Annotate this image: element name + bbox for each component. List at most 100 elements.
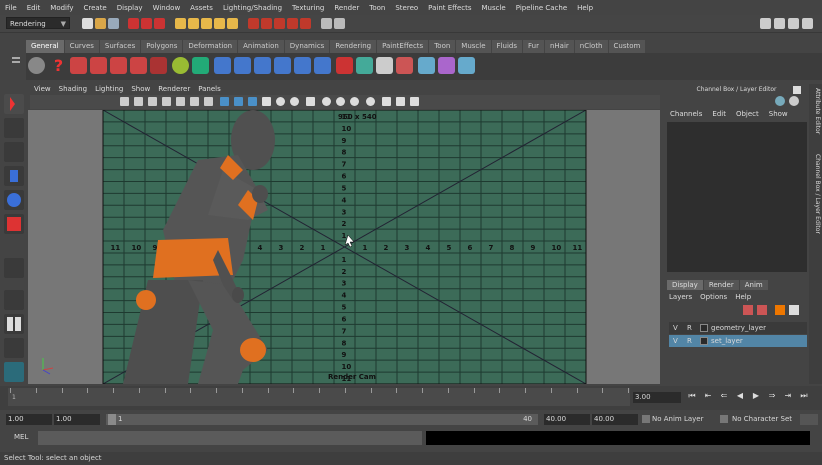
layer-reference-toggle[interactable]: R [687,322,692,334]
menu-paint-effects[interactable]: Paint Effects [423,4,476,12]
resolution-gate-icon[interactable] [204,97,213,106]
help-question-icon[interactable]: ? [50,57,67,74]
object-icon-4[interactable] [458,57,475,74]
render-icon-3[interactable] [110,57,127,74]
menu-stereo[interactable]: Stereo [390,4,423,12]
render-icon-2[interactable] [90,57,107,74]
sphere-icon[interactable] [336,57,353,74]
transform-icon-3[interactable] [254,57,271,74]
select-component-icon[interactable] [154,18,165,29]
transform-icon-4[interactable] [274,57,291,74]
lights-icon[interactable] [276,97,285,106]
layer-visibility-toggle[interactable]: V [673,335,678,347]
outliner-layout-icon[interactable] [4,362,24,382]
ao-icon[interactable] [336,97,345,106]
snap-grid-icon[interactable] [248,18,259,29]
shelf-tab-rendering[interactable]: Rendering [330,40,377,53]
range-slider-handle[interactable] [108,414,116,425]
menu-texturing[interactable]: Texturing [287,4,329,12]
paint-select-tool-icon[interactable] [4,142,24,162]
select-tool-icon[interactable] [4,94,24,114]
transform-icon-5[interactable] [294,57,311,74]
shelf-tab-fluids[interactable]: Fluids [491,40,522,53]
menu-edit[interactable]: Edit [22,4,46,12]
shelf-tab-dynamics[interactable]: Dynamics [284,40,330,53]
shelf-tab-general[interactable]: General [26,40,64,53]
menu-modify[interactable]: Modify [45,4,78,12]
select-deformations-icon[interactable] [227,18,238,29]
transform-icon-2[interactable] [234,57,251,74]
select-object-icon[interactable] [141,18,152,29]
object-icon-2[interactable] [418,57,435,74]
scale-tool-icon[interactable] [4,214,24,234]
shelf-tab-painteffects[interactable]: PaintEffects [377,40,429,53]
menu-muscle[interactable]: Muscle [477,4,511,12]
panel-menu-show[interactable]: Show [127,84,154,95]
go-to-start-icon[interactable]: ⏮ [686,390,698,402]
tab-channel-box[interactable]: Channel Box / Layer Editor [810,154,821,234]
grid-icon[interactable] [176,97,185,106]
snap-curve-icon[interactable] [261,18,272,29]
range-slider-bar[interactable]: 1 40 [106,414,538,425]
layer-menu-layers[interactable]: Layers [669,293,700,301]
shelf-tab-deformation[interactable]: Deformation [183,40,238,53]
shelf-tab-nhair[interactable]: nHair [544,40,574,53]
mel-input[interactable] [38,431,422,445]
current-frame-field[interactable]: 3.00 [633,392,681,403]
tab-attribute-editor[interactable]: Attribute Editor [810,88,821,134]
layer-tab-render[interactable]: Render [703,280,739,290]
layer-row[interactable]: V Rset_layer [669,335,807,347]
cb-help-icon[interactable] [789,96,799,106]
menu-lighting-shading[interactable]: Lighting/Shading [218,4,287,12]
go-to-end-icon[interactable]: ⏭ [798,390,810,402]
step-forward-icon[interactable]: ⇥ [782,390,794,402]
step-back-key-icon[interactable]: ⇐ [718,390,730,402]
film-reel-icon[interactable] [28,57,45,74]
shelf-tab-custom[interactable]: Custom [608,40,646,53]
layer-tab-display[interactable]: Display [667,280,703,290]
last-tool-icon[interactable] [4,258,24,278]
panel-menu-view[interactable]: View [30,84,55,95]
layer-menu-help[interactable]: Help [735,293,759,301]
panel-menu-lighting[interactable]: Lighting [91,84,127,95]
step-forward-key-icon[interactable]: ⇒ [766,390,778,402]
shelf-tab-toon[interactable]: Toon [429,40,456,53]
play-forward-icon[interactable]: ▶ [750,390,762,402]
menu-assets[interactable]: Assets [185,4,218,12]
object-icon-3[interactable] [438,57,455,74]
auto-key-icon[interactable] [800,414,818,425]
gamma-icon[interactable] [396,97,405,106]
camera-icon[interactable] [120,97,129,106]
transform-icon-1[interactable] [214,57,231,74]
new-layer-icon[interactable] [743,305,753,315]
menu-toon[interactable]: Toon [364,4,390,12]
panel-menu-renderer[interactable]: Renderer [154,84,194,95]
layer-reference-toggle[interactable]: R [687,335,692,347]
lasso-tool-icon[interactable] [4,118,24,138]
motion-blur-icon[interactable] [350,97,359,106]
shelf-tab-fur[interactable]: Fur [522,40,544,53]
anim-start-field[interactable]: 1.00 [54,414,100,425]
layer-tab-anim[interactable]: Anim [739,280,768,290]
bookmark-icon[interactable] [148,97,157,106]
layer-visibility-toggle[interactable]: V [673,322,678,334]
time-ruler[interactable]: 1 [8,388,630,406]
panel-menu-panels[interactable]: Panels [194,84,225,95]
menu-display[interactable]: Display [112,4,148,12]
shadows-icon[interactable] [290,97,299,106]
shader-icon[interactable] [192,57,209,74]
shelf-tab-ncloth[interactable]: nCloth [574,40,608,53]
start-time-field[interactable]: 1.00 [6,414,52,425]
new-scene-icon[interactable] [82,18,93,29]
film-gate-icon[interactable] [190,97,199,106]
light-icon[interactable] [172,57,189,74]
select-joints-icon[interactable] [188,18,199,29]
shelf-tab-animation[interactable]: Animation [238,40,284,53]
mel-label[interactable]: MEL [14,433,28,441]
select-hierarchy-icon[interactable] [128,18,139,29]
hypershade-icon[interactable] [802,18,813,29]
select-handles-icon[interactable] [175,18,186,29]
layer-name[interactable]: set_layer [711,335,743,347]
viewport[interactable]: 11109876543211234567891011 1110987654321… [28,110,660,384]
time-slider[interactable]: 1 3.00 ⏮ ⇤ ⇐ ◀ ▶ ⇒ ⇥ ⏭ [0,386,822,410]
